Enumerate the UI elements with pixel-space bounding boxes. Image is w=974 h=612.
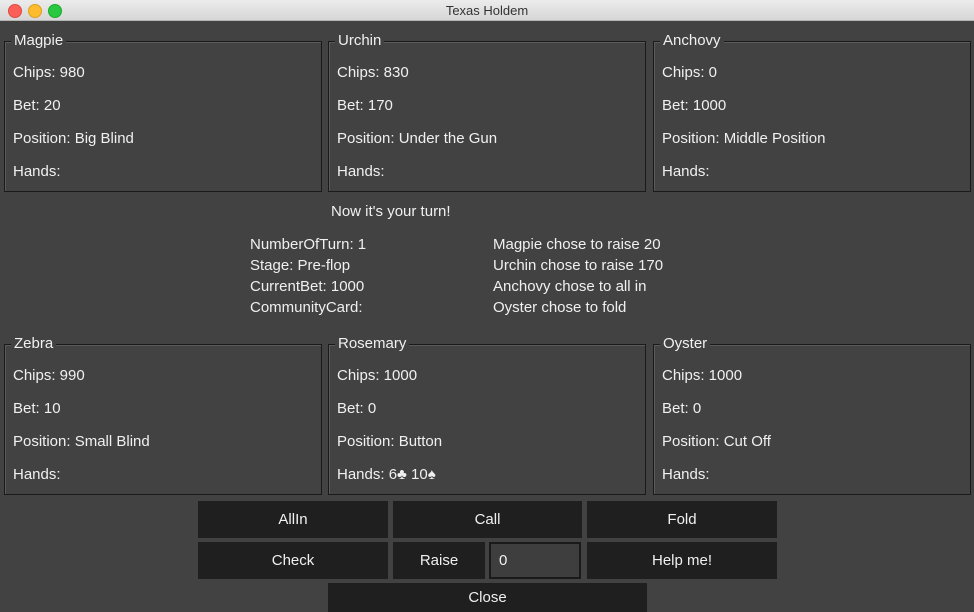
player-chips: Chips: 830 xyxy=(337,64,409,81)
player-name: Oyster xyxy=(660,335,711,353)
help-button[interactable]: Help me! xyxy=(587,542,777,579)
player-bet: Bet: 0 xyxy=(337,400,377,417)
community-card-label: CommunityCard: xyxy=(250,299,363,316)
raise-amount-input[interactable] xyxy=(489,542,581,579)
player-position: Position: Cut Off xyxy=(662,433,771,450)
log-entry: Oyster chose to fold xyxy=(493,299,627,316)
log-entry: Magpie chose to raise 20 xyxy=(493,236,661,253)
fold-button[interactable]: Fold xyxy=(587,501,777,538)
player-position: Position: Big Blind xyxy=(13,130,134,147)
player-bet: Bet: 20 xyxy=(13,97,61,114)
player-hands: Hands: 6♣ 10♠ xyxy=(337,466,436,483)
player-hands: Hands: xyxy=(13,163,61,180)
player-chips: Chips: 990 xyxy=(13,367,85,384)
player-bet: Bet: 0 xyxy=(662,400,702,417)
call-button[interactable]: Call xyxy=(393,501,582,538)
all-in-button[interactable]: AllIn xyxy=(198,501,388,538)
log-entry: Anchovy chose to all in xyxy=(493,278,647,295)
player-panel-zebra: Zebra Chips: 990 Bet: 10 Position: Small… xyxy=(4,335,322,495)
player-hands: Hands: xyxy=(13,466,61,483)
player-hands: Hands: xyxy=(337,163,385,180)
raise-button[interactable]: Raise xyxy=(393,542,485,579)
player-panel-anchovy: Anchovy Chips: 0 Bet: 1000 Position: Mid… xyxy=(653,32,971,192)
player-bet: Bet: 1000 xyxy=(662,97,727,114)
player-panel-oyster: Oyster Chips: 1000 Bet: 0 Position: Cut … xyxy=(653,335,971,495)
title-bar: Texas Holdem xyxy=(0,0,974,21)
player-chips: Chips: 0 xyxy=(662,64,718,81)
player-chips: Chips: 1000 xyxy=(662,367,743,384)
turn-message: Now it's your turn! xyxy=(331,203,451,220)
player-hands: Hands: xyxy=(662,163,710,180)
player-name: Rosemary xyxy=(335,335,410,353)
check-button[interactable]: Check xyxy=(198,542,388,579)
player-hands: Hands: xyxy=(662,466,710,483)
player-name: Urchin xyxy=(335,32,385,50)
player-panel-urchin: Urchin Chips: 830 Bet: 170 Position: Und… xyxy=(328,32,646,192)
player-position: Position: Under the Gun xyxy=(337,130,498,147)
stage-label: Stage: Pre-flop xyxy=(250,257,351,274)
player-name: Zebra xyxy=(11,335,57,353)
player-position: Position: Button xyxy=(337,433,443,450)
player-panel-rosemary: Rosemary Chips: 1000 Bet: 0 Position: Bu… xyxy=(328,335,646,495)
log-entry: Urchin chose to raise 170 xyxy=(493,257,664,274)
number-of-turn: NumberOfTurn: 1 xyxy=(250,236,367,253)
player-bet: Bet: 10 xyxy=(13,400,61,417)
window-title: Texas Holdem xyxy=(445,3,529,18)
player-chips: Chips: 1000 xyxy=(337,367,418,384)
player-panel-magpie: Magpie Chips: 980 Bet: 20 Position: Big … xyxy=(4,32,322,192)
player-name: Anchovy xyxy=(660,32,724,50)
player-position: Position: Middle Position xyxy=(662,130,826,147)
player-chips: Chips: 980 xyxy=(13,64,85,81)
close-button[interactable]: Close xyxy=(328,583,647,612)
current-bet-label: CurrentBet: 1000 xyxy=(250,278,365,295)
player-position: Position: Small Blind xyxy=(13,433,150,450)
player-bet: Bet: 170 xyxy=(337,97,393,114)
player-name: Magpie xyxy=(11,32,67,50)
